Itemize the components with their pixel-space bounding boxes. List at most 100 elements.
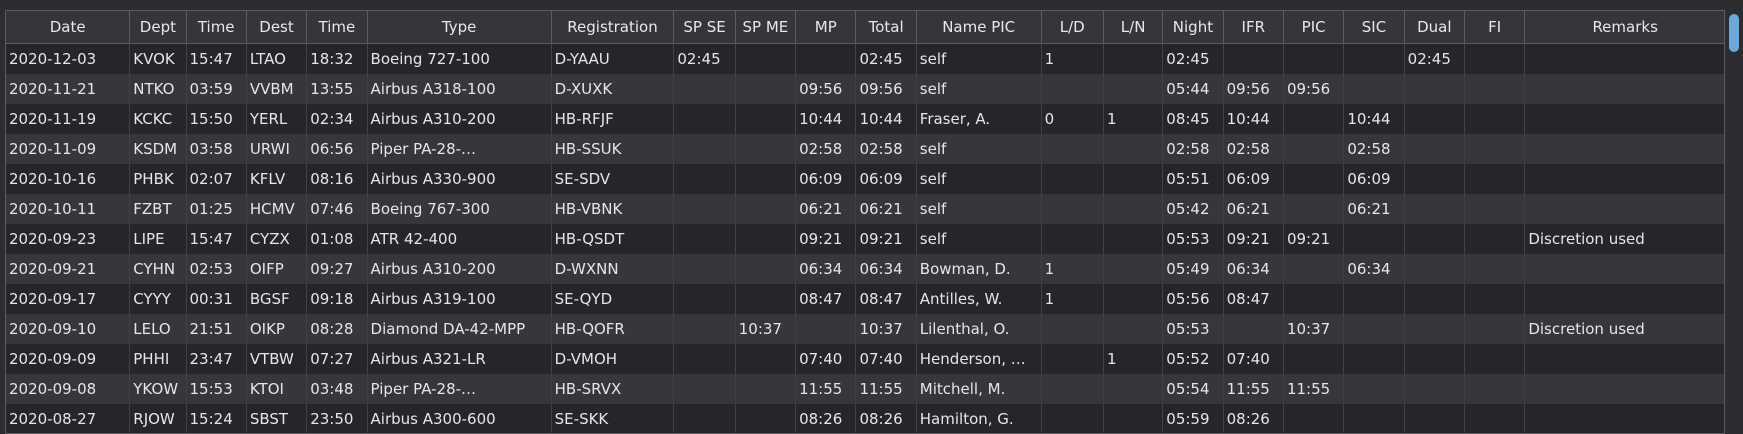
table-cell[interactable]: HB-SSUK	[551, 134, 675, 164]
table-cell[interactable]: 2020-09-10	[6, 314, 131, 344]
table-cell[interactable]: Airbus A330-900	[367, 164, 552, 194]
table-cell[interactable]	[1464, 254, 1526, 284]
table-cell[interactable]	[795, 314, 857, 344]
table-cell[interactable]: 1	[1103, 344, 1164, 374]
table-cell[interactable]	[1404, 74, 1466, 104]
table-cell[interactable]: Airbus A318-100	[367, 74, 552, 104]
table-cell[interactable]	[1283, 284, 1345, 314]
table-cell[interactable]: self	[916, 224, 1042, 254]
column-header-8[interactable]: SP ME	[735, 11, 797, 44]
table-cell[interactable]: LELO	[129, 314, 187, 344]
table-cell[interactable]	[1283, 43, 1345, 74]
table-cell[interactable]: KVOK	[129, 43, 187, 74]
table-cell[interactable]: Boeing 767-300	[367, 194, 552, 224]
table-cell[interactable]	[1404, 134, 1466, 164]
table-cell[interactable]: CYYY	[129, 284, 187, 314]
table-cell[interactable]: 02:45	[1162, 43, 1224, 74]
table-cell[interactable]	[1464, 284, 1526, 314]
table-cell[interactable]	[1464, 74, 1526, 104]
table-cell[interactable]: 09:56	[795, 74, 857, 104]
table-cell[interactable]: HB-QOFR	[551, 314, 675, 344]
table-cell[interactable]	[1404, 254, 1466, 284]
table-cell[interactable]	[735, 404, 797, 433]
table-cell[interactable]: 06:34	[1343, 254, 1405, 284]
table-cell[interactable]: 08:26	[795, 404, 857, 433]
column-header-18[interactable]: Dual	[1404, 11, 1466, 44]
table-cell[interactable]: 0	[1041, 104, 1104, 134]
table-cell[interactable]	[735, 374, 797, 404]
table-cell[interactable]	[1041, 74, 1104, 104]
table-cell[interactable]: 11:55	[1283, 374, 1345, 404]
table-cell[interactable]	[1103, 284, 1164, 314]
table-cell[interactable]: 02:53	[186, 254, 247, 284]
table-cell[interactable]: 2020-12-03	[6, 43, 131, 74]
scrollbar-thumb[interactable]	[1729, 14, 1739, 52]
table-cell[interactable]: Bowman, D.	[916, 254, 1042, 284]
table-cell[interactable]	[735, 104, 797, 134]
column-header-4[interactable]: Time	[306, 11, 368, 44]
table-cell[interactable]: 06:09	[1223, 164, 1284, 194]
table-cell[interactable]: D-XUXK	[551, 74, 675, 104]
table-row[interactable]: 2020-09-09 PHHI 23:47 VTBW 07:27 Airbus A321-…	[6, 344, 1724, 374]
table-cell[interactable]	[735, 74, 797, 104]
table-cell[interactable]	[673, 224, 736, 254]
table-cell[interactable]: 09:21	[855, 224, 917, 254]
table-cell[interactable]: 03:59	[186, 74, 247, 104]
table-cell[interactable]: self	[916, 164, 1042, 194]
table-cell[interactable]: 2020-09-23	[6, 224, 131, 254]
table-cell[interactable]: 1	[1041, 284, 1104, 314]
table-cell[interactable]: Lilenthal, O.	[916, 314, 1042, 344]
table-cell[interactable]: 08:26	[855, 404, 917, 433]
table-row[interactable]: 2020-12-03 KVOK 15:47 LTAO 18:32 Boeing 727-1…	[6, 43, 1724, 74]
column-header-5[interactable]: Type	[367, 11, 552, 44]
table-cell[interactable]	[1343, 404, 1405, 433]
table-cell[interactable]	[1041, 314, 1104, 344]
table-cell[interactable]	[673, 254, 736, 284]
table-row[interactable]: 2020-09-23 LIPE 15:47 CYZX 01:08 ATR 42-400 HB…	[6, 224, 1724, 254]
table-cell[interactable]	[1343, 314, 1405, 344]
table-cell[interactable]	[1464, 374, 1526, 404]
table-cell[interactable]	[1103, 314, 1164, 344]
table-cell[interactable]: YKOW	[129, 374, 187, 404]
table-cell[interactable]	[1343, 344, 1405, 374]
table-cell[interactable]: KCKC	[129, 104, 187, 134]
table-cell[interactable]	[1524, 374, 1724, 404]
table-cell[interactable]: 11:55	[795, 374, 857, 404]
table-cell[interactable]: KSDM	[129, 134, 187, 164]
table-cell[interactable]	[1524, 134, 1724, 164]
table-cell[interactable]: 09:56	[1223, 74, 1284, 104]
table-cell[interactable]	[1404, 104, 1466, 134]
table-cell[interactable]: HCMV	[246, 194, 308, 224]
table-cell[interactable]: 05:56	[1162, 284, 1224, 314]
table-cell[interactable]: 05:51	[1162, 164, 1224, 194]
table-cell[interactable]	[673, 314, 736, 344]
column-header-10[interactable]: Total	[855, 11, 917, 44]
table-cell[interactable]: 06:21	[1343, 194, 1405, 224]
column-header-14[interactable]: Night	[1162, 11, 1224, 44]
table-cell[interactable]: 15:53	[186, 374, 247, 404]
table-cell[interactable]	[673, 194, 736, 224]
table-cell[interactable]	[1404, 194, 1466, 224]
table-cell[interactable]	[1404, 374, 1466, 404]
table-cell[interactable]	[1524, 404, 1724, 433]
table-cell[interactable]	[1343, 374, 1405, 404]
table-cell[interactable]: Piper PA-28-…	[367, 134, 552, 164]
table-cell[interactable]: KFLV	[246, 164, 308, 194]
table-cell[interactable]	[1524, 344, 1724, 374]
table-cell[interactable]	[1524, 194, 1724, 224]
table-cell[interactable]: 07:46	[306, 194, 368, 224]
column-header-20[interactable]: Remarks	[1524, 11, 1724, 44]
table-cell[interactable]: Discretion used	[1524, 314, 1724, 344]
table-cell[interactable]: LTAO	[246, 43, 308, 74]
table-cell[interactable]: 10:37	[855, 314, 917, 344]
table-row[interactable]: 2020-11-21 NTKO 03:59 VVBM 13:55 Airbus A318-…	[6, 74, 1724, 104]
table-cell[interactable]: 05:53	[1162, 314, 1224, 344]
table-cell[interactable]: NTKO	[129, 74, 187, 104]
table-cell[interactable]: 06:09	[795, 164, 857, 194]
column-header-12[interactable]: L/D	[1041, 11, 1104, 44]
table-cell[interactable]: 02:58	[1223, 134, 1284, 164]
table-row[interactable]: 2020-09-17 CYYY 00:31 BGSF 09:18 Airbus A319-…	[6, 284, 1724, 314]
table-cell[interactable]: 2020-09-21	[6, 254, 131, 284]
table-cell[interactable]: 02:45	[1404, 43, 1466, 74]
table-cell[interactable]: VTBW	[246, 344, 308, 374]
